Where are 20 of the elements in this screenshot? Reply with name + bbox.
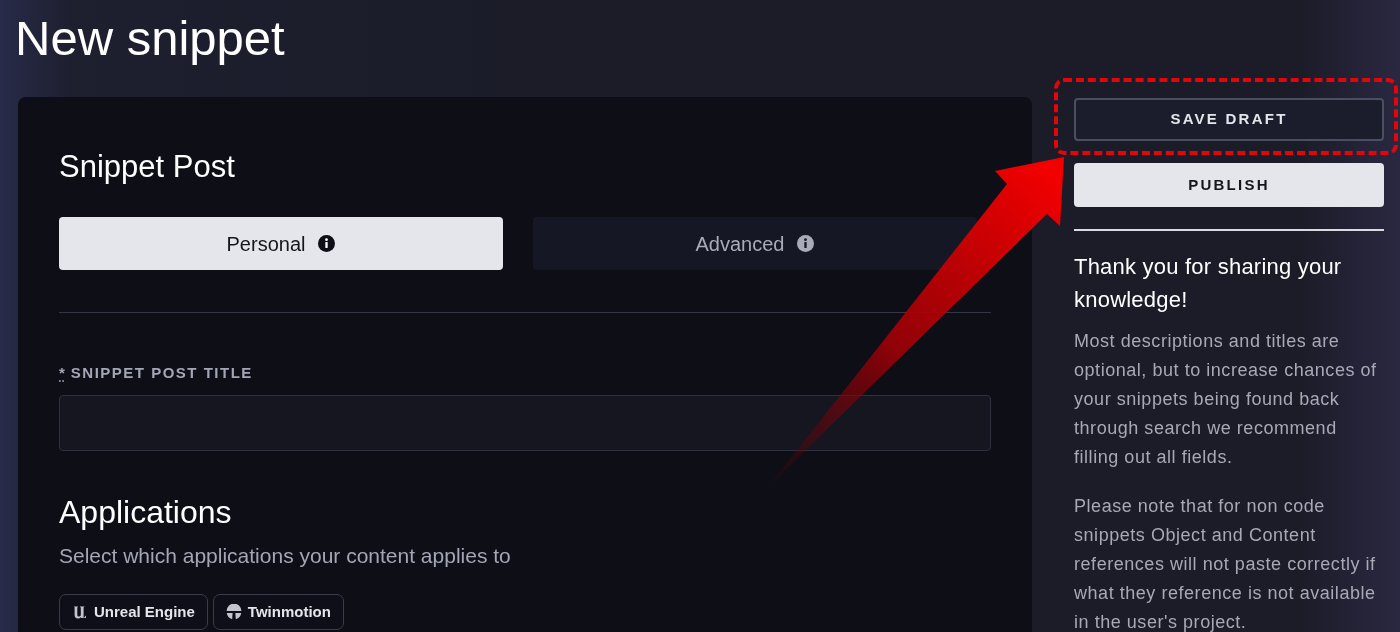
tab[interactable]: Advanced — [533, 217, 977, 270]
info-icon — [797, 235, 815, 252]
field-label: SNIPPET POST TITLE — [70, 363, 253, 383]
application-chip[interactable]: Twinmotion — [212, 594, 344, 630]
info-paragraph: Most descriptions and titles are optional, but to increase chances of your snippets being found back through search we recommend filling out all fields. — [1074, 330, 1378, 469]
required-mark: * — [59, 363, 65, 383]
page-title: New snippet — [15, 14, 285, 63]
letter-u-logo-icon — [72, 604, 88, 620]
application-chip[interactable]: Unreal Engine — [59, 594, 208, 630]
title-input[interactable] — [59, 395, 991, 451]
sidebar-heading: Thank you for sharing your knowledge! — [1074, 253, 1343, 314]
save-draft-button[interactable]: SAVE DRAFT — [1074, 98, 1384, 141]
tab[interactable]: Personal — [59, 217, 503, 270]
publish-button[interactable]: PUBLISH — [1074, 163, 1384, 207]
t-circle-logo-icon — [225, 604, 242, 620]
section-heading: Applications — [59, 493, 232, 532]
section-description: Select which applications your content applies to — [59, 543, 511, 569]
info-paragraph: Please note that for non code snippets Object and Content references will not paste correctly if what they reference is not available in the user's project. — [1074, 495, 1377, 632]
section-heading: Snippet Post — [59, 149, 235, 185]
info-icon — [318, 235, 336, 252]
